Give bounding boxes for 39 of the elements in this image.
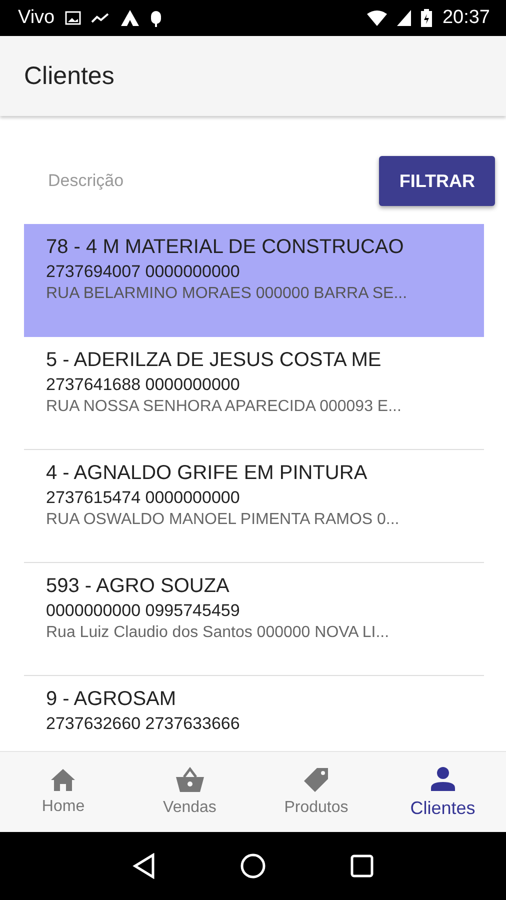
- screen-title: Clientes: [24, 62, 114, 90]
- clock: 20:37: [442, 7, 490, 29]
- client-address: RUA OSWALDO MANOEL PIMENTA RAMOS 0...: [46, 511, 400, 529]
- nav-tab[interactable]: Home: [0, 752, 126, 832]
- battery-icon: [421, 9, 432, 27]
- client-phones: 2737632660 2737633666: [46, 714, 241, 734]
- client-address: Rua Luiz Claudio dos Santos 000000 NOVA LI...: [46, 624, 390, 642]
- client-name: 78 - 4 M MATERIAL DE CONSTRUCAO: [46, 236, 405, 259]
- client-name: 593 - AGRO SOUZA: [46, 575, 230, 598]
- client-name: 4 - AGNALDO GRIFE EM PINTURA: [46, 462, 368, 485]
- nav-tab[interactable]: Vendas: [126, 752, 253, 832]
- client-item[interactable]: 78 - 4 M MATERIAL DE CONSTRUCAO 2737694007 0000000000 RUA BELARMINO MORAES 000000 BARRA SE...: [24, 224, 484, 337]
- back-icon[interactable]: [132, 853, 156, 879]
- nav-tab[interactable]: Clientes: [380, 752, 506, 832]
- client-phones: 2737694007 0000000000: [46, 262, 241, 282]
- client-name: 5 - ADERILZA DE JESUS COSTA ME: [46, 349, 382, 372]
- carrier-name: Vivo: [18, 7, 55, 29]
- filter-button[interactable]: FILTRAR: [379, 156, 495, 206]
- wifi-icon: [367, 10, 388, 26]
- client-phones: 0000000000 0995745459: [46, 601, 241, 621]
- basket-icon: [174, 767, 205, 793]
- client-address: RUA BELARMINO MORAES 000000 BARRA SE...: [46, 285, 408, 303]
- client-phones: 2737615474 0000000000: [46, 488, 241, 508]
- client-name: 9 - AGROSAM: [46, 688, 178, 711]
- description-field[interactable]: Descrição: [40, 165, 276, 197]
- client-item[interactable]: 593 - AGRO SOUZA 0000000000 0995745459 Rua Luiz Claudio dos Santos 000000 NOVA LI...: [24, 563, 484, 676]
- home-icon: [50, 768, 76, 792]
- client-phones: 2737641688 0000000000: [46, 375, 241, 395]
- tag-icon: [303, 767, 330, 793]
- client-item[interactable]: 4 - AGNALDO GRIFE EM PINTURA 2737615474 0000000000 RUA OSWALDO MANOEL PIMENTA RAMOS 0...: [24, 450, 484, 563]
- nav-tab[interactable]: Produtos: [253, 752, 380, 832]
- client-item[interactable]: 5 - ADERILZA DE JESUS COSTA ME 2737641688 0000000000 RUA NOSSA SENHORA APARECIDA 000093 E...: [24, 337, 484, 450]
- person-icon: [430, 766, 456, 792]
- image-icon: [64, 11, 81, 25]
- signal-icon: [397, 10, 412, 26]
- recents-icon[interactable]: [350, 854, 374, 878]
- home-button-icon[interactable]: [240, 853, 266, 879]
- client-address: RUA NOSSA SENHORA APARECIDA 000093 E...: [46, 398, 402, 416]
- trend-icon: [90, 12, 111, 24]
